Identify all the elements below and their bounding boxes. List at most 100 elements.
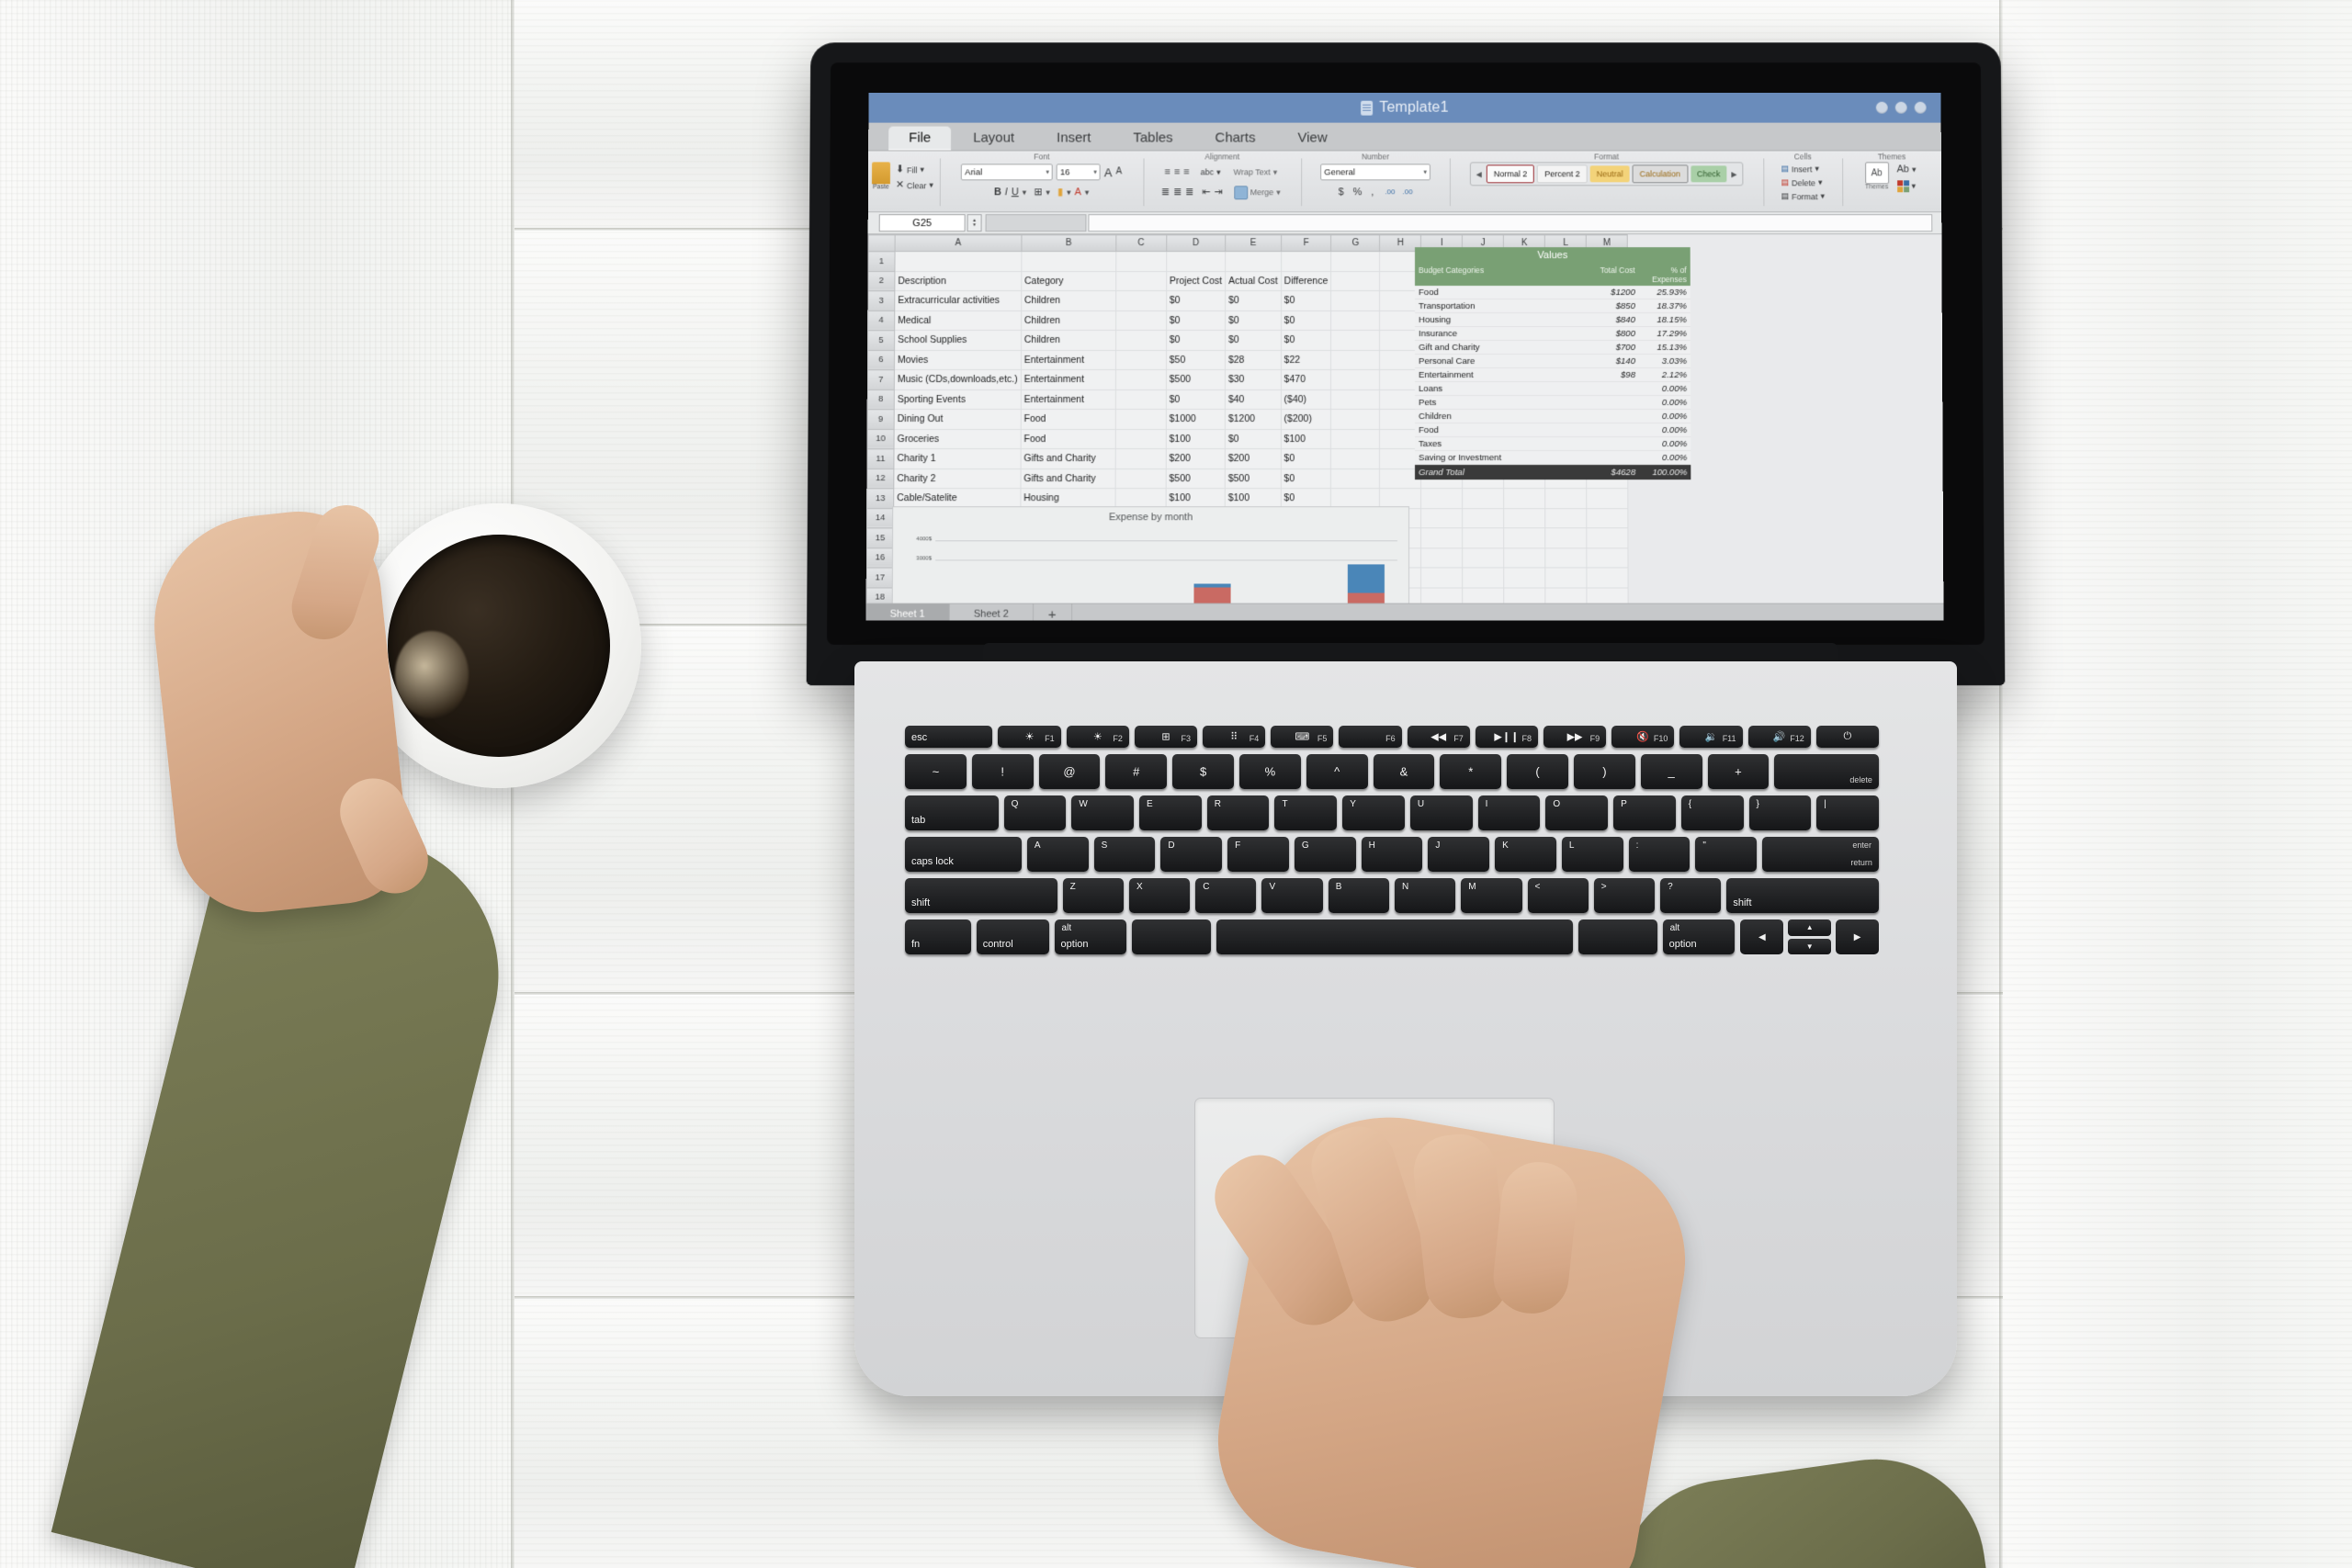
row-header-18[interactable]: 18 — [866, 587, 894, 604]
key--[interactable]: | — [1816, 795, 1879, 830]
tab-insert[interactable]: Insert — [1036, 127, 1111, 151]
cell-J13[interactable] — [1462, 488, 1504, 509]
chevron-down-icon[interactable]: ▾ — [1085, 187, 1090, 197]
values-row[interactable]: Personal Care $140 3.03% — [1414, 355, 1691, 368]
name-box[interactable]: G25 — [878, 214, 966, 232]
shrink-font-icon[interactable]: A — [1116, 166, 1123, 176]
cell-G10[interactable] — [1330, 429, 1380, 449]
column-header-F[interactable]: F — [1281, 234, 1331, 252]
cell-F4[interactable]: $0 — [1281, 310, 1331, 331]
key-p[interactable]: P — [1613, 795, 1676, 830]
ribbon-group-clipboard[interactable]: Paste ⬇ Fill ▾ ✕ Clear ▾ — [868, 151, 940, 211]
ribbon-toolbar[interactable]: Paste ⬇ Fill ▾ ✕ Clear ▾ Font Arial ▾ 16… — [867, 151, 1942, 213]
cell-M13[interactable] — [1587, 488, 1629, 509]
key-option[interactable]: alt option — [1054, 919, 1127, 954]
cell-G4[interactable] — [1330, 310, 1380, 331]
laptop-keyboard[interactable]: esc ☀ F1 ☀ F2 ⊞ F3 ⠿ F4 ⌨ F5 F6 ◀◀ F7 ▶❙❙ F8 ▶▶ F9 🔇 F10 🔉 F1… — [905, 726, 1879, 961]
cell-D8[interactable]: $0 — [1166, 389, 1226, 410]
cell-G9[interactable] — [1330, 409, 1380, 430]
formula-input[interactable] — [1088, 214, 1933, 232]
key--[interactable]: ⊞ F3 — [1134, 726, 1198, 748]
cell-F2[interactable]: Difference — [1281, 271, 1331, 291]
values-row[interactable]: Food 0.00% — [1415, 423, 1691, 438]
column-header-B[interactable]: B — [1021, 234, 1116, 252]
key-space[interactable] — [1216, 919, 1573, 954]
key--[interactable]: < — [1527, 878, 1589, 913]
key--[interactable]: { — [1680, 795, 1744, 830]
cell-E6[interactable]: $28 — [1225, 350, 1282, 370]
cell-A4[interactable]: Medical — [894, 310, 1022, 331]
key--[interactable]: ⠿ F4 — [1203, 726, 1266, 748]
cell-G1[interactable] — [1330, 251, 1380, 272]
key-l[interactable]: L — [1561, 837, 1623, 872]
cell-A8[interactable]: Sporting Events — [894, 389, 1022, 410]
key--[interactable]: + — [1707, 754, 1770, 789]
align-left-icon[interactable]: ≣ — [1161, 186, 1170, 197]
ribbon-group-number[interactable]: Number General ▾ $ % , .00 .00 — [1301, 151, 1450, 211]
theme-colors-button[interactable]: ▾ — [1894, 179, 1919, 193]
key-return[interactable]: return enter — [1762, 837, 1879, 872]
cell-C9[interactable] — [1115, 409, 1167, 430]
key-h[interactable]: H — [1361, 837, 1423, 872]
cell-C5[interactable] — [1115, 330, 1167, 351]
row-header-10[interactable]: 10 — [866, 429, 895, 449]
key-z[interactable]: Z — [1062, 878, 1124, 913]
window-dot-2[interactable] — [1894, 101, 1907, 114]
decrease-decimal-icon[interactable]: .00 — [1402, 187, 1412, 196]
cell-A3[interactable]: Extracurricular activities — [894, 290, 1022, 311]
underline-button[interactable]: U — [1012, 186, 1019, 197]
style-normal-2[interactable]: Normal 2 — [1486, 164, 1535, 184]
cell-B6[interactable]: Entertainment — [1021, 350, 1116, 370]
key--[interactable]: * — [1440, 754, 1502, 789]
cell-F5[interactable]: $0 — [1281, 330, 1331, 351]
cell-K13[interactable] — [1503, 488, 1546, 509]
cell-C12[interactable] — [1114, 468, 1166, 489]
cell-G3[interactable] — [1330, 290, 1380, 311]
italic-button[interactable]: I — [1005, 186, 1008, 197]
key-x[interactable]: X — [1128, 878, 1191, 913]
cell-I18[interactable] — [1420, 587, 1463, 604]
key-command[interactable] — [1132, 919, 1212, 954]
increase-indent-icon[interactable]: ⇥ — [1215, 186, 1223, 197]
cell-styles-gallery[interactable]: ◀ Normal 2 Percent 2 Neutral Calculation… — [1469, 162, 1744, 186]
key-delete[interactable]: delete — [1774, 754, 1879, 789]
cell-J15[interactable] — [1462, 527, 1504, 548]
values-row[interactable]: Taxes 0.00% — [1415, 437, 1691, 452]
cell-M14[interactable] — [1587, 508, 1629, 528]
cell-L17[interactable] — [1545, 567, 1588, 588]
key--[interactable]: " — [1695, 837, 1758, 872]
key-tab[interactable]: tab — [905, 795, 999, 830]
ribbon-group-font[interactable]: Font Arial ▾ 16 ▾ A A B I U ▾ ⊞ ▾ ▮ ▾ A … — [940, 151, 1144, 211]
cell-D2[interactable]: Project Cost — [1166, 271, 1226, 291]
values-row[interactable]: Gift and Charity $700 15.13% — [1414, 341, 1690, 355]
cell-F6[interactable]: $22 — [1281, 350, 1331, 370]
theme-fonts-button[interactable]: Ab ▾ — [1894, 163, 1919, 175]
cell-A11[interactable]: Charity 1 — [893, 448, 1021, 469]
cell-E2[interactable]: Actual Cost — [1225, 271, 1282, 291]
values-row[interactable]: Insurance $800 17.29% — [1414, 327, 1690, 342]
row-header-5[interactable]: 5 — [867, 330, 895, 351]
cell-K15[interactable] — [1503, 527, 1546, 548]
cell-D9[interactable]: $1000 — [1166, 409, 1226, 430]
cell-I14[interactable] — [1420, 508, 1463, 528]
cell-F11[interactable]: $0 — [1280, 448, 1331, 469]
key--[interactable]: ? — [1660, 878, 1722, 913]
themes-icon[interactable]: Ab — [1864, 162, 1889, 185]
cell-I15[interactable] — [1420, 527, 1463, 548]
key--[interactable]: & — [1373, 754, 1435, 789]
key-s[interactable]: S — [1093, 837, 1156, 872]
key-m[interactable]: M — [1461, 878, 1522, 913]
cell-I13[interactable] — [1420, 488, 1463, 509]
cell-B10[interactable]: Food — [1020, 429, 1116, 449]
fill-color-icon[interactable]: ▮ — [1057, 186, 1063, 197]
cell-D10[interactable]: $100 — [1165, 429, 1226, 449]
cell-G12[interactable] — [1330, 468, 1380, 489]
cell-D3[interactable]: $0 — [1166, 290, 1226, 311]
chevron-down-icon[interactable]: ▾ — [1046, 187, 1050, 197]
values-row[interactable]: Saving or Investment 0.00% — [1415, 451, 1691, 466]
cell-B2[interactable]: Category — [1021, 271, 1116, 291]
key-esc[interactable]: esc — [905, 726, 993, 748]
row-header-1[interactable]: 1 — [867, 251, 896, 272]
cell-B11[interactable]: Gifts and Charity — [1020, 448, 1115, 469]
sheet-tab-1[interactable]: Sheet 1 — [865, 604, 950, 621]
